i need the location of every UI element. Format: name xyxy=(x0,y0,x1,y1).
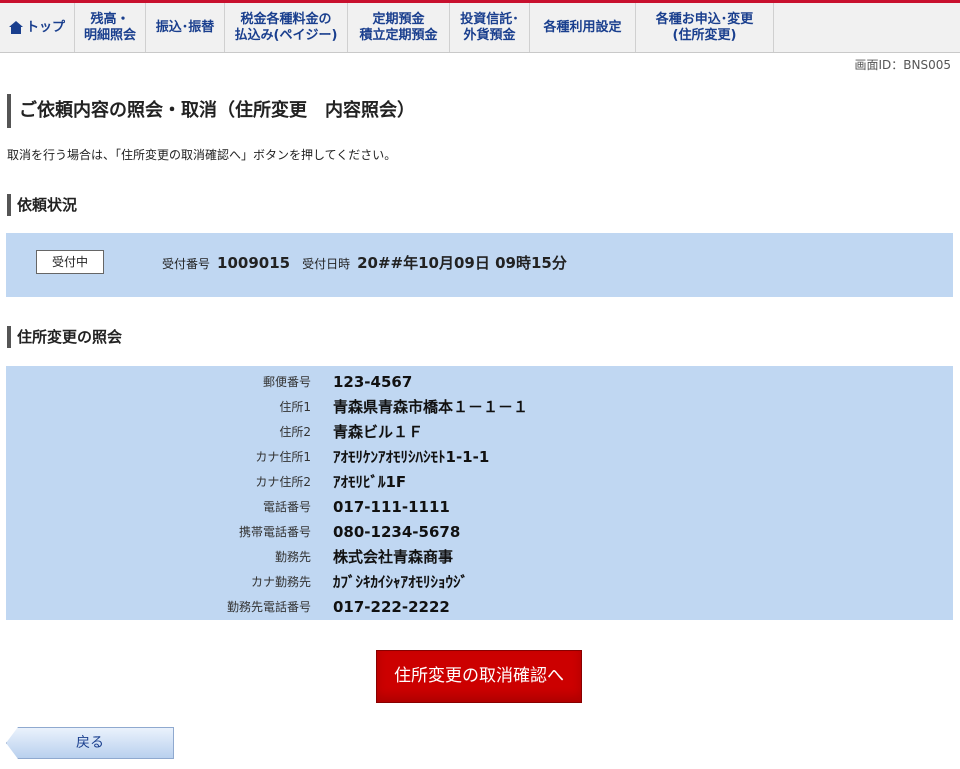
receipt-number-value: 1009015 xyxy=(217,254,291,272)
detail-row: カナ勤務先 ｶﾌﾞｼｷｶｲｼｬｱｵﾓﾘｼｮｳｼﾞ xyxy=(6,569,953,594)
receipt-date-value: 20##年10月09日 09時15分 xyxy=(357,254,567,272)
detail-label: 勤務先 xyxy=(274,550,311,564)
detail-label: 勤務先電話番号 xyxy=(226,600,311,614)
detail-label: 住所2 xyxy=(279,425,311,439)
detail-label: 携帯電話番号 xyxy=(238,525,311,539)
nav-balance[interactable]: 残高・ 明細照会 xyxy=(75,3,146,52)
detail-value: 株式会社青森商事 xyxy=(333,548,454,566)
nav-top[interactable]: トップ xyxy=(0,3,75,52)
cancel-confirm-button[interactable]: 住所変更の取消確認へ xyxy=(376,650,582,703)
detail-label: カナ住所1 xyxy=(255,450,311,464)
global-nav: トップ 残高・ 明細照会 振込･振替 税金各種料金の 払込み(ペイジー) 定期預… xyxy=(0,3,960,53)
detail-value: 青森県青森市橋本１－１－１ xyxy=(333,398,529,416)
detail-label: 住所1 xyxy=(279,400,311,414)
detail-label: 電話番号 xyxy=(262,500,311,514)
status-line: 受付番号 1009015 受付日時 20##年10月09日 09時15分 xyxy=(162,252,579,273)
status-badge: 受付中 xyxy=(36,250,104,274)
detail-value: 123-4567 xyxy=(333,372,413,391)
detail-row: カナ住所2 ｱｵﾓﾘﾋﾞﾙ1F xyxy=(6,469,953,494)
nav-investment[interactable]: 投資信託･ 外貨預金 xyxy=(450,3,530,52)
detail-row: 住所2 青森ビル１Ｆ xyxy=(6,419,953,444)
detail-row: 郵便番号 123-4567 xyxy=(6,369,953,394)
detail-row: 携帯電話番号 080-1234-5678 xyxy=(6,519,953,544)
detail-row: 勤務先 株式会社青森商事 xyxy=(6,544,953,569)
detail-value: ｱｵﾓﾘﾋﾞﾙ1F xyxy=(333,473,407,491)
nav-transfer[interactable]: 振込･振替 xyxy=(146,3,225,52)
detail-row: カナ住所1 ｱｵﾓﾘｹﾝｱｵﾓﾘｼﾊｼﾓﾄ1-1-1 xyxy=(6,444,953,469)
detail-row: 電話番号 017-111-1111 xyxy=(6,494,953,519)
receipt-number-label: 受付番号 xyxy=(162,257,211,271)
receipt-date-label: 受付日時 xyxy=(302,257,351,271)
detail-value: ｱｵﾓﾘｹﾝｱｵﾓﾘｼﾊｼﾓﾄ1-1-1 xyxy=(333,448,490,466)
nav-applications[interactable]: 各種お申込･変更 (住所変更) xyxy=(636,3,774,52)
back-button[interactable]: 戻る xyxy=(6,727,174,759)
detail-section-heading: 住所変更の照会 xyxy=(7,326,122,348)
detail-value: ｶﾌﾞｼｷｶｲｼｬｱｵﾓﾘｼｮｳｼﾞ xyxy=(333,573,469,591)
nav-time-deposit[interactable]: 定期預金 積立定期預金 xyxy=(348,3,450,52)
instruction-text: 取消を行う場合は、「住所変更の取消確認へ」ボタンを押してください。 xyxy=(7,148,397,162)
detail-label: カナ勤務先 xyxy=(250,575,311,589)
detail-label: 郵便番号 xyxy=(262,375,311,389)
nav-payeasy[interactable]: 税金各種料金の 払込み(ペイジー) xyxy=(225,3,348,52)
home-icon xyxy=(8,21,23,34)
detail-value: 017-222-2222 xyxy=(333,597,450,616)
status-section-heading: 依頼状況 xyxy=(7,194,77,216)
detail-value: 青森ビル１Ｆ xyxy=(333,423,424,441)
status-panel: 受付中 受付番号 1009015 受付日時 20##年10月09日 09時15分 xyxy=(6,233,953,297)
screen-id: 画面ID：BNS005 xyxy=(854,58,951,72)
detail-label: カナ住所2 xyxy=(255,475,311,489)
nav-settings[interactable]: 各種利用設定 xyxy=(530,3,636,52)
detail-value: 080-1234-5678 xyxy=(333,522,461,541)
detail-row: 勤務先電話番号 017-222-2222 xyxy=(6,594,953,619)
detail-row: 住所1 青森県青森市橋本１－１－１ xyxy=(6,394,953,419)
page-title: ご依頼内容の照会・取消（住所変更 内容照会） xyxy=(7,94,415,128)
detail-value: 017-111-1111 xyxy=(333,497,450,516)
nav-top-label: トップ xyxy=(25,19,65,35)
back-button-label: 戻る xyxy=(76,735,104,751)
detail-panel: 郵便番号 123-4567 住所1 青森県青森市橋本１－１－１ 住所2 青森ビル１Ｆ … xyxy=(6,366,953,620)
